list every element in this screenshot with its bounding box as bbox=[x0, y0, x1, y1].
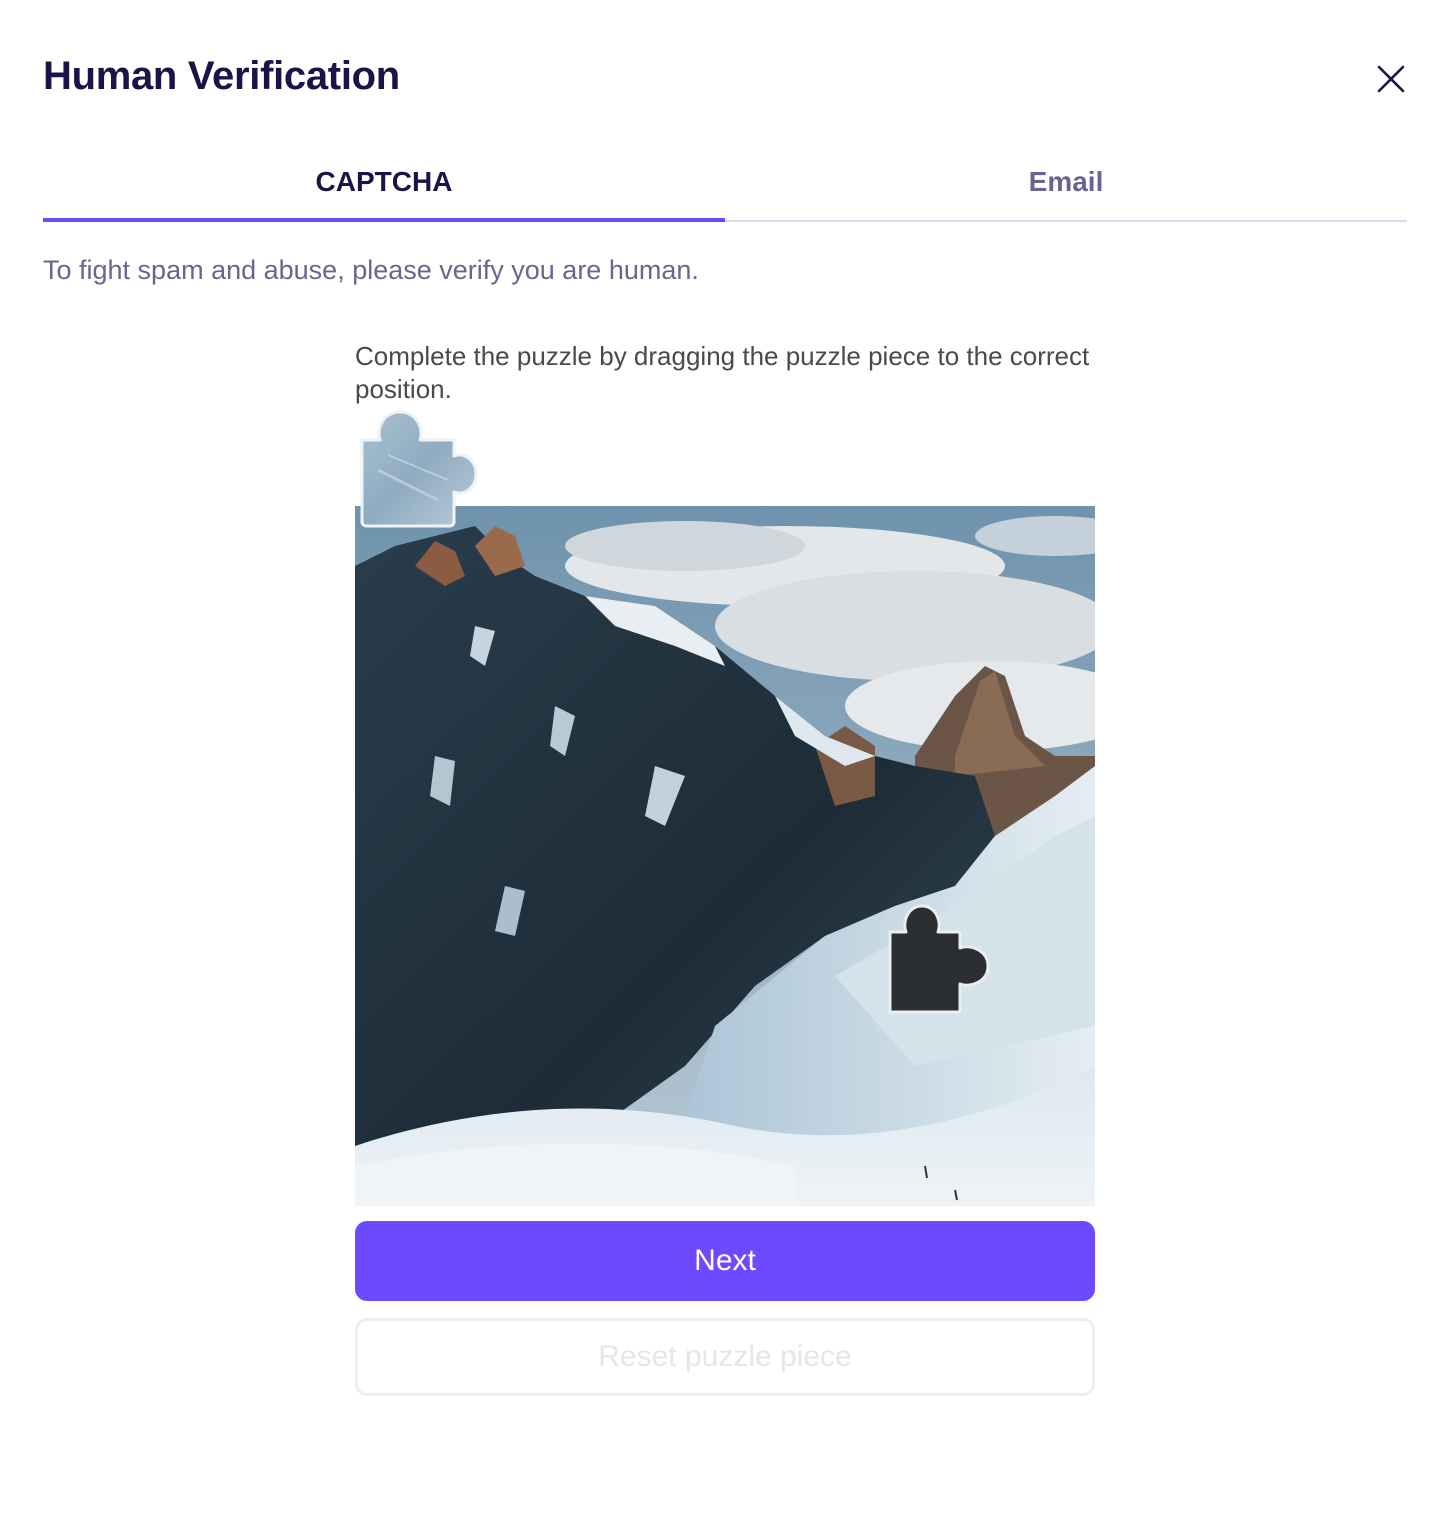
mountain-landscape bbox=[355, 506, 1095, 1206]
puzzle-image bbox=[355, 506, 1095, 1206]
close-icon bbox=[1377, 65, 1405, 93]
close-button[interactable] bbox=[1370, 58, 1412, 100]
captcha-instructions: Complete the puzzle by dragging the puzz… bbox=[355, 341, 1090, 404]
verification-tabs: CAPTCHA Email bbox=[43, 140, 1407, 222]
intro-text: To fight spam and abuse, please verify y… bbox=[43, 255, 699, 285]
tab-captcha[interactable]: CAPTCHA bbox=[43, 140, 725, 222]
reset-puzzle-button: Reset puzzle piece bbox=[355, 1318, 1095, 1396]
next-button[interactable]: Next bbox=[355, 1221, 1095, 1301]
puzzle-piece-icon bbox=[360, 410, 478, 528]
tab-email[interactable]: Email bbox=[725, 140, 1407, 220]
draggable-puzzle-piece[interactable] bbox=[358, 410, 478, 528]
dialog-title: Human Verification bbox=[43, 54, 400, 98]
human-verification-dialog: Human Verification CAPTCHA Email To figh… bbox=[0, 0, 1446, 1514]
captcha-container: Complete the puzzle by dragging the puzz… bbox=[355, 340, 1095, 406]
